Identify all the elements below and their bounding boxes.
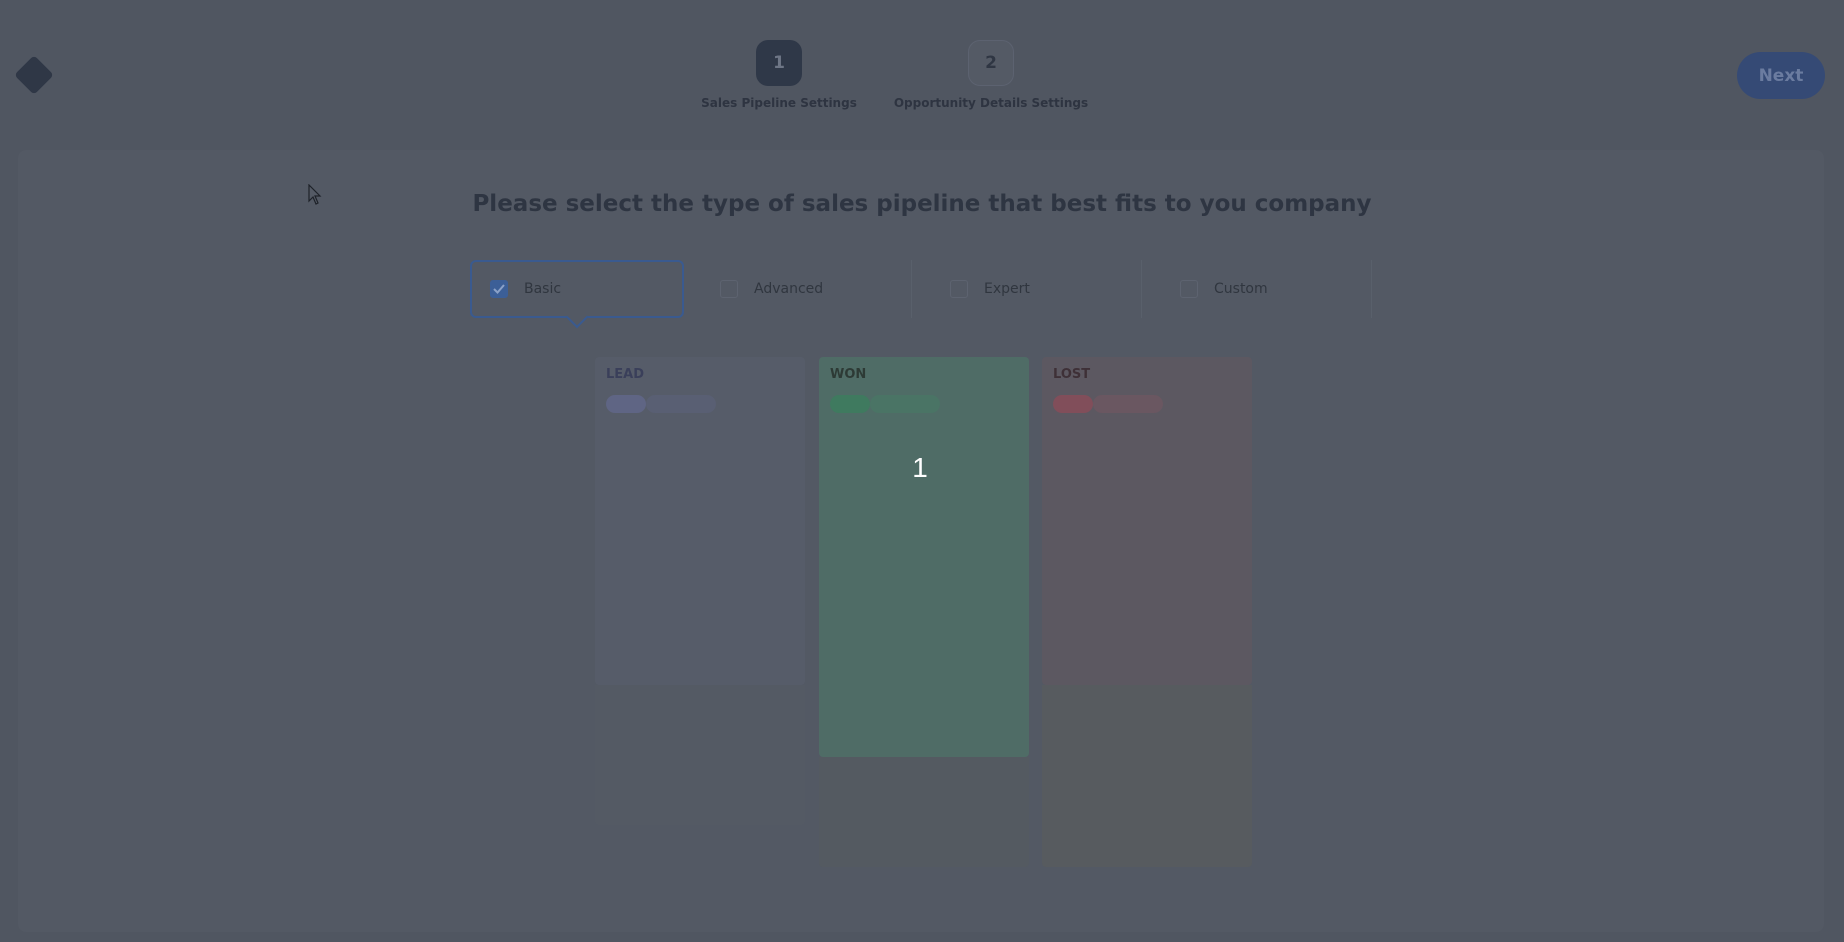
lead-tag-pill bbox=[606, 395, 646, 413]
mouse-cursor-icon bbox=[308, 184, 322, 205]
option-basic[interactable]: Basic bbox=[470, 260, 684, 318]
lost-tag-pill-secondary bbox=[1093, 395, 1163, 413]
pipeline-column-won: WON bbox=[819, 357, 1029, 867]
check-icon bbox=[493, 284, 505, 294]
lead-column-footer bbox=[595, 685, 805, 825]
lost-tag-pill bbox=[1053, 395, 1093, 413]
pipeline-column-lead: LEAD bbox=[595, 357, 805, 685]
overlay-number: 1 bbox=[912, 452, 928, 483]
checkbox-expert[interactable] bbox=[950, 280, 968, 298]
column-title-lead: LEAD bbox=[606, 367, 645, 382]
option-advanced[interactable]: Advanced bbox=[700, 260, 912, 318]
pipeline-column-lost: LOST bbox=[1042, 357, 1252, 867]
option-basic-label: Basic bbox=[524, 281, 562, 297]
option-custom[interactable]: Custom bbox=[1160, 260, 1372, 318]
option-expert-label: Expert bbox=[984, 281, 1030, 297]
option-expert[interactable]: Expert bbox=[930, 260, 1142, 318]
checkbox-basic[interactable] bbox=[490, 280, 508, 298]
step-2-number: 2 bbox=[968, 40, 1014, 86]
checkbox-advanced[interactable] bbox=[720, 280, 738, 298]
step-1[interactable]: 1 Sales Pipeline Settings bbox=[700, 40, 858, 110]
checkbox-custom[interactable] bbox=[1180, 280, 1198, 298]
top-bar: 1 Sales Pipeline Settings 2 Opportunity … bbox=[0, 0, 1844, 150]
column-title-won: WON bbox=[830, 367, 867, 382]
next-button[interactable]: Next bbox=[1737, 52, 1825, 99]
option-advanced-label: Advanced bbox=[754, 281, 824, 297]
step-2-label: Opportunity Details Settings bbox=[893, 96, 1089, 110]
logo-icon bbox=[14, 55, 54, 95]
won-tag-pill-secondary bbox=[870, 395, 940, 413]
step-2[interactable]: 2 Opportunity Details Settings bbox=[890, 40, 1092, 110]
step-1-number: 1 bbox=[756, 40, 802, 86]
lead-tag-pill-secondary bbox=[646, 395, 716, 413]
won-tag-pill bbox=[830, 395, 870, 413]
option-custom-label: Custom bbox=[1214, 281, 1268, 297]
column-title-lost: LOST bbox=[1053, 367, 1091, 382]
page-title: Please select the type of sales pipeline… bbox=[472, 191, 1372, 217]
step-1-label: Sales Pipeline Settings bbox=[701, 96, 857, 110]
